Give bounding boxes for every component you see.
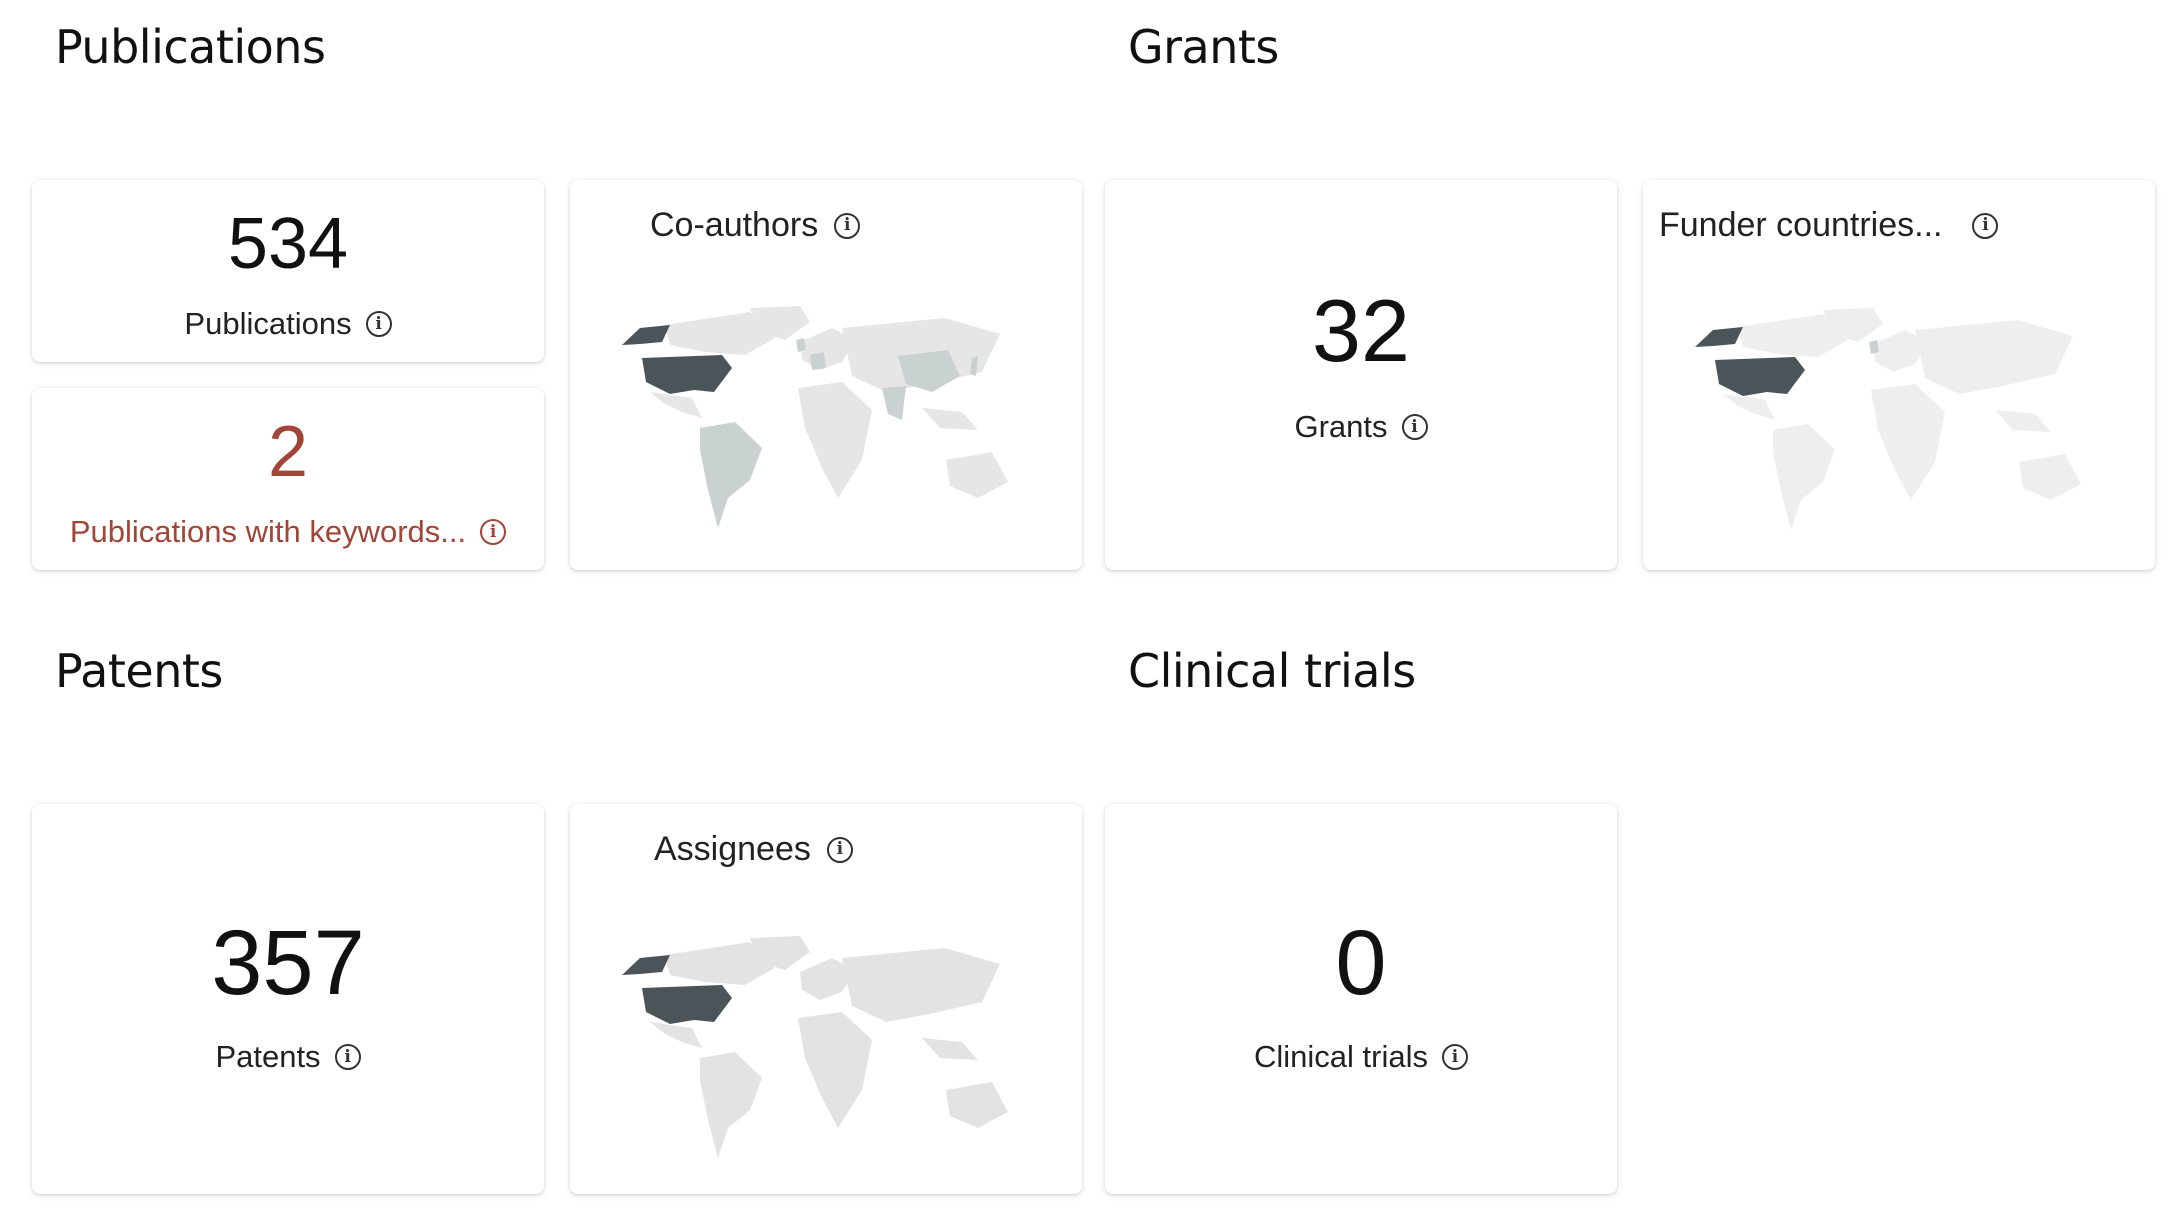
clinical-trials-count-label: Clinical trials: [1254, 1039, 1428, 1074]
publications-keywords-value: 2: [267, 412, 309, 492]
map-region-australia: [946, 1082, 1008, 1128]
coauthors-world-map[interactable]: [610, 300, 1050, 530]
publications-keywords-label-row: Publications with keywords... i: [69, 514, 507, 550]
grants-count-label: Grants: [1294, 409, 1388, 444]
section-title-grants: Grants: [1128, 20, 1279, 74]
funder-countries-title-row: Funder countries... i: [1659, 206, 1999, 245]
map-region-mexico: [650, 1022, 702, 1048]
publications-count-value: 534: [227, 204, 349, 284]
map-region-africa: [798, 382, 872, 498]
map-region-western-europe: [810, 352, 826, 370]
assignees-title: Assignees: [654, 830, 811, 868]
funder-countries-map-card[interactable]: Funder countries... i: [1643, 180, 2155, 570]
grants-count-value: 32: [1312, 281, 1410, 380]
grants-count-card[interactable]: 32 Grants i: [1105, 180, 1617, 570]
publications-count-label-row: Publications i: [184, 306, 392, 342]
publications-keywords-card[interactable]: 2 Publications with keywords... i: [32, 388, 544, 570]
map-region-usa: [642, 355, 732, 394]
map-region-south-america: [700, 422, 762, 528]
map-region-asia: [1915, 320, 2073, 394]
publications-keywords-label: Publications with keywords...: [69, 514, 467, 549]
map-region-southeast-asia: [922, 408, 978, 430]
map-region-alaska: [622, 325, 670, 345]
section-title-patents: Patents: [55, 644, 223, 698]
clinical-trials-count-value: 0: [1335, 912, 1387, 1014]
assignees-world-map[interactable]: [610, 930, 1050, 1160]
info-icon[interactable]: i: [834, 212, 861, 239]
section-title-clinical-trials: Clinical trials: [1128, 644, 1416, 698]
map-region-south-america: [700, 1052, 762, 1158]
map-region-southeast-asia: [1995, 410, 2051, 432]
info-icon[interactable]: i: [1401, 414, 1428, 440]
map-region-africa: [1871, 384, 1945, 500]
map-region-africa: [798, 1012, 872, 1128]
publications-count-card[interactable]: 534 Publications i: [32, 180, 544, 362]
coauthors-map-card[interactable]: Co-authors i: [570, 180, 1082, 570]
map-region-australia: [2019, 454, 2081, 500]
patents-count-card[interactable]: 357 Patents i: [32, 804, 544, 1194]
clinical-trials-count-label-row: Clinical trials i: [1254, 1039, 1468, 1075]
funder-countries-world-map[interactable]: [1683, 302, 2123, 532]
patents-count-value: 357: [211, 912, 365, 1014]
section-title-publications: Publications: [55, 20, 326, 74]
info-icon[interactable]: i: [334, 1044, 361, 1070]
map-region-india: [882, 386, 906, 420]
clinical-trials-count-card[interactable]: 0 Clinical trials i: [1105, 804, 1617, 1194]
map-region-alaska: [1695, 327, 1743, 347]
map-region-usa: [642, 985, 732, 1024]
map-region-asia: [842, 948, 1000, 1022]
info-icon[interactable]: i: [480, 519, 507, 545]
patents-count-label-row: Patents i: [215, 1039, 361, 1075]
map-region-australia: [946, 452, 1008, 498]
assignees-title-row: Assignees i: [654, 830, 853, 869]
map-region-usa: [1715, 357, 1805, 396]
info-icon[interactable]: i: [826, 836, 853, 863]
funder-countries-title: Funder countries...: [1659, 206, 1943, 244]
coauthors-title-row: Co-authors i: [650, 206, 861, 245]
info-icon[interactable]: i: [1972, 212, 1999, 239]
info-icon[interactable]: i: [365, 311, 392, 337]
map-region-mexico: [650, 392, 702, 418]
info-icon[interactable]: i: [1441, 1044, 1468, 1070]
assignees-map-card[interactable]: Assignees i: [570, 804, 1082, 1194]
map-region-alaska: [622, 955, 670, 975]
publications-count-label: Publications: [184, 306, 352, 341]
coauthors-title: Co-authors: [650, 206, 819, 244]
map-region-mexico: [1723, 394, 1775, 420]
map-region-south-america: [1773, 424, 1835, 530]
patents-count-label: Patents: [215, 1039, 321, 1074]
map-region-southeast-asia: [922, 1038, 978, 1060]
grants-count-label-row: Grants i: [1294, 409, 1428, 445]
